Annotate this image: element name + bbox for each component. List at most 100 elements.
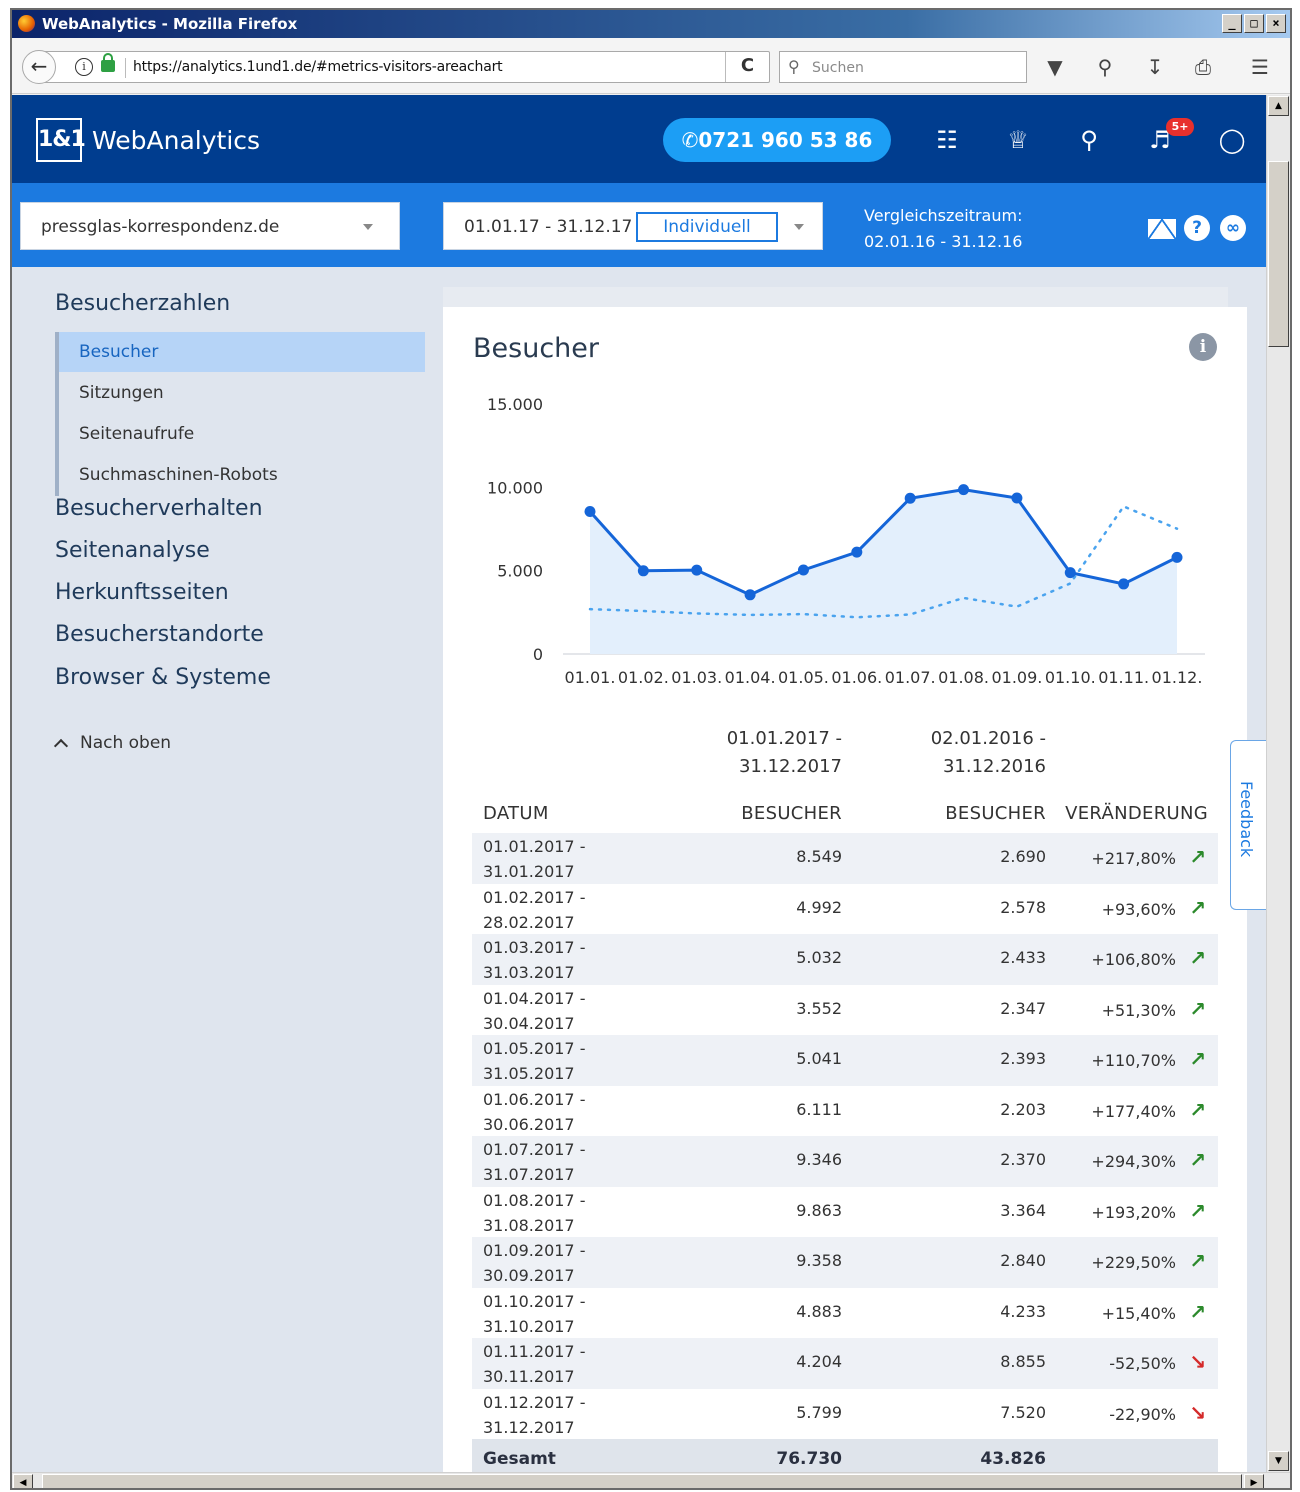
visitors-card: Besucher i 15.000 10.000 5.000 0 01.01. 01.02…	[443, 307, 1247, 1472]
row-change: +193,20%	[1091, 1202, 1176, 1222]
page-viewport: 1&1 WebAnalytics ✆0721 960 53 86 ☷ ♕ ⚲ ♬…	[12, 95, 1266, 1472]
chevron-down-icon	[794, 224, 804, 230]
logo[interactable]: 1&1 WebAnalytics	[36, 118, 260, 162]
header-besucher-compare[interactable]: BESUCHER	[945, 803, 1046, 824]
compare-period[interactable]: Vergleichszeitraum: 02.01.16 - 31.12.16	[864, 203, 1022, 255]
period-compare-from: 02.01.2016 -	[930, 728, 1046, 749]
trend-up-icon: ↗	[1189, 1249, 1206, 1273]
back-button[interactable]: ←	[22, 50, 56, 84]
url-bar[interactable]: i https://analytics.1und1.de/#metrics-vi…	[42, 51, 770, 83]
scroll-thumb[interactable]	[1268, 161, 1289, 347]
scroll-left-arrow[interactable]: ◀	[13, 1474, 33, 1488]
header-veraenderung[interactable]: VERÄNDERUNG	[1065, 803, 1208, 824]
print-icon[interactable]: ⎙	[1190, 56, 1216, 78]
info-icon[interactable]: i	[75, 58, 93, 76]
header-datum[interactable]: DATUM	[483, 803, 549, 824]
apps-grid-icon[interactable]: ☷	[932, 125, 962, 155]
search-placeholder: Suchen	[812, 60, 864, 76]
feedback-label: Feedback	[1237, 781, 1256, 858]
magnifier-icon[interactable]: ⚲	[1092, 56, 1118, 78]
table-row: 01.02.2017 - 28.02.2017 4.992 2.578 +93,60% ↗	[472, 884, 1218, 935]
row-visitors-compare: 3.364	[1000, 1200, 1046, 1220]
help-icon[interactable]: ?	[1184, 215, 1210, 241]
trend-up-icon: ↗	[1189, 1299, 1206, 1324]
download-icon[interactable]: ↧	[1142, 56, 1168, 78]
row-visitors-compare: 2.393	[1000, 1049, 1046, 1068]
sidebar-section-browser-systeme[interactable]: Browser & Systeme	[55, 665, 271, 690]
period-current-to: 31.12.2017	[738, 756, 842, 777]
scroll-up-arrow[interactable]: ▲	[1268, 96, 1289, 116]
pocket-icon[interactable]: ▼	[1042, 56, 1068, 78]
trend-up-icon: ↗	[1189, 1148, 1206, 1172]
link-icon[interactable]: ∞	[1220, 215, 1246, 241]
total-compare: 43.826	[980, 1449, 1046, 1469]
back-to-top-link[interactable]: Nach oben	[53, 733, 172, 754]
info-icon[interactable]: i	[1189, 333, 1217, 361]
row-visitors-compare: 2.203	[1000, 1099, 1046, 1119]
sidebar-section-seitenanalyse[interactable]: Seitenanalyse	[55, 538, 210, 563]
app-header: 1&1 WebAnalytics ✆0721 960 53 86 ☷ ♕ ⚲ ♬…	[12, 95, 1266, 183]
user-icon[interactable]: ◯	[1217, 125, 1247, 155]
table-row: 01.10.2017 - 31.10.2017 4.883 4.233 +15,40% ↗	[472, 1288, 1218, 1339]
series-current-point	[1171, 551, 1183, 563]
menu-icon[interactable]: ☰	[1247, 56, 1273, 78]
vertical-scrollbar[interactable]: ▲ ▼	[1266, 95, 1290, 1472]
trend-up-icon: ↗	[1189, 1097, 1206, 1122]
table-row: 01.06.2017 - 30.06.2017 6.111 2.203 +177,40%…	[472, 1086, 1218, 1137]
hscroll-thumb[interactable]	[42, 1474, 1242, 1488]
scroll-right-arrow[interactable]: ▶	[1244, 1474, 1264, 1488]
sidebar-item-besucher[interactable]: Besucher	[59, 332, 425, 372]
crown-icon[interactable]: ♕	[1003, 125, 1033, 155]
series-current-point	[1064, 567, 1076, 579]
row-change: +15,40%	[1101, 1303, 1176, 1323]
period-current: 01.01.2017 - 31.12.2017	[642, 725, 842, 781]
reload-button[interactable]: C	[725, 52, 769, 82]
mail-icon[interactable]	[1148, 219, 1176, 239]
maximize-button[interactable]: □	[1244, 14, 1264, 33]
window-title: WebAnalytics - Mozilla Firefox	[42, 15, 298, 33]
sidebar-item-sitzungen[interactable]: Sitzungen	[59, 373, 425, 413]
row-visitors-compare: 4.233	[1000, 1301, 1046, 1321]
table-row: 01.01.2017 - 31.01.2017 8.549 2.690 +217,80%…	[472, 833, 1218, 884]
back-to-top-label: Nach oben	[80, 733, 172, 753]
total-current: 76.730	[776, 1449, 842, 1469]
visitors-table: 01.01.2017 - 31.12.2017 02.01.2016 - 31.…	[472, 725, 1218, 1472]
search-icon[interactable]: ⚲	[1074, 125, 1104, 155]
sidebar-section-besucherstandorte[interactable]: Besucherstandorte	[55, 622, 264, 647]
close-button[interactable]: ×	[1266, 14, 1286, 33]
row-visitors-compare: 7.520	[1000, 1402, 1046, 1422]
sidebar-section-herkunftsseiten[interactable]: Herkunftsseiten	[55, 580, 229, 605]
row-visitors-compare: 2.433	[1000, 948, 1046, 967]
feedback-tab[interactable]: Feedback	[1230, 740, 1266, 910]
row-date-to: 31.10.2017	[483, 1316, 575, 1336]
x-tick-label: 01.06.	[831, 668, 882, 687]
minimize-button[interactable]: _	[1222, 14, 1242, 33]
url-text[interactable]: https://analytics.1und1.de/#metrics-visi…	[133, 59, 503, 75]
header-besucher-current[interactable]: BESUCHER	[741, 803, 842, 824]
series-current-point	[797, 564, 809, 576]
search-icon: ⚲	[788, 57, 800, 76]
trend-up-icon: ↗	[1189, 895, 1206, 920]
row-date-from: 01.10.2017 -	[483, 1291, 586, 1311]
date-range-select[interactable]: 01.01.17 - 31.12.17 Individuell	[443, 202, 823, 250]
sidebar-item-suchmaschinen-robots[interactable]: Suchmaschinen-Robots	[59, 455, 425, 495]
series-current-point	[584, 506, 596, 518]
x-tick-label: 01.03.	[671, 668, 722, 687]
sidebar-item-seitenaufrufe[interactable]: Seitenaufrufe	[59, 414, 425, 454]
row-date-from: 01.09.2017 -	[483, 1241, 586, 1260]
sidebar-section-besucherzahlen[interactable]: Besucherzahlen	[55, 291, 230, 316]
horizontal-scrollbar[interactable]: ◀ ▶	[12, 1472, 1290, 1488]
sidebar-section-besucherverhalten[interactable]: Besucherverhalten	[55, 496, 263, 521]
domain-select[interactable]: pressglas-korrespondenz.de	[20, 202, 400, 250]
x-tick-label: 01.05.	[778, 668, 829, 687]
series-current-point	[691, 564, 703, 576]
row-date-to: 30.06.2017	[483, 1114, 575, 1134]
search-input[interactable]: ⚲ Suchen	[779, 51, 1027, 83]
trend-up-icon: ↗	[1189, 1047, 1206, 1071]
phone-button[interactable]: ✆0721 960 53 86	[663, 118, 891, 162]
row-date-to: 30.09.2017	[483, 1266, 575, 1285]
trend-up-icon: ↗	[1189, 996, 1206, 1021]
scroll-down-arrow[interactable]: ▼	[1268, 1451, 1289, 1471]
total-row: Gesamt 76.730 43.826	[472, 1439, 1218, 1472]
date-mode-tag[interactable]: Individuell	[636, 212, 778, 242]
